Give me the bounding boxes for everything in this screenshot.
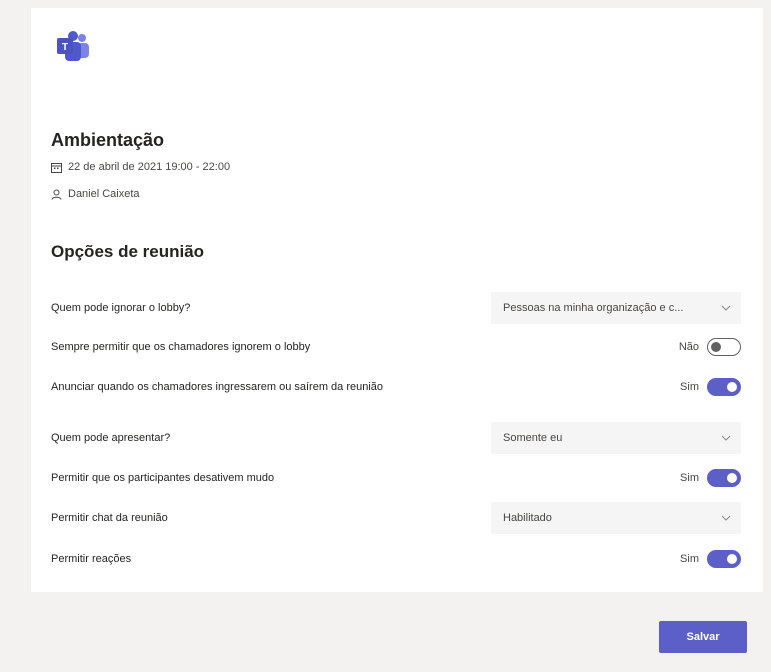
person-icon — [51, 189, 62, 200]
toggle-state-text: Não — [678, 341, 699, 353]
svg-text:T: T — [62, 42, 68, 53]
option-allow-unmute: Permitir que os participantes desativem … — [51, 469, 741, 487]
select-value: Somente eu — [503, 432, 563, 444]
select-value: Habilitado — [503, 512, 552, 524]
option-label: Permitir reações — [51, 553, 132, 565]
who-can-present-select[interactable]: Somente eu — [491, 422, 741, 454]
option-label: Quem pode apresentar? — [51, 432, 171, 444]
chevron-down-icon — [721, 515, 731, 521]
option-label: Anunciar quando os chamadores ingressare… — [51, 381, 384, 393]
option-label: Quem pode ignorar o lobby? — [51, 302, 191, 314]
option-lobby-bypass: Quem pode ignorar o lobby? Pessoas na mi… — [51, 292, 741, 324]
option-who-can-present: Quem pode apresentar? Somente eu — [51, 422, 741, 454]
option-label: Permitir chat da reunião — [51, 512, 168, 524]
allow-unmute-toggle[interactable] — [707, 469, 741, 487]
meeting-chat-select[interactable]: Habilitado — [491, 502, 741, 534]
meeting-options-card: T Ambientação 22 de abril de 2021 19:00 … — [31, 8, 763, 592]
allow-reactions-toggle[interactable] — [707, 550, 741, 568]
meeting-organizer-row: Daniel Caixeta — [51, 188, 140, 200]
toggle-state-text: Sim — [680, 381, 699, 393]
options-title: Opções de reunião — [51, 242, 205, 261]
option-meeting-chat: Permitir chat da reunião Habilitado — [51, 502, 741, 534]
option-callers-bypass-lobby: Sempre permitir que os chamadores ignore… — [51, 338, 741, 356]
lobby-bypass-select[interactable]: Pessoas na minha organização e c... — [491, 292, 741, 324]
option-allow-reactions: Permitir reações Sim — [51, 550, 741, 568]
toggle-state-text: Sim — [680, 472, 699, 484]
callers-bypass-lobby-toggle[interactable] — [707, 338, 741, 356]
meeting-datetime-row: 22 de abril de 2021 19:00 - 22:00 — [51, 161, 230, 173]
option-label: Permitir que os participantes desativem … — [51, 472, 275, 484]
chevron-down-icon — [721, 435, 731, 441]
save-button[interactable]: Salvar — [659, 621, 747, 653]
toggle-state-text: Sim — [680, 553, 699, 565]
option-announce-callers: Anunciar quando os chamadores ingressare… — [51, 378, 741, 396]
chevron-down-icon — [721, 305, 731, 311]
teams-logo: T — [55, 30, 91, 62]
option-label: Sempre permitir que os chamadores ignore… — [51, 341, 311, 353]
select-value: Pessoas na minha organização e c... — [503, 302, 684, 314]
meeting-title: Ambientação — [51, 130, 165, 150]
meeting-datetime: 22 de abril de 2021 19:00 - 22:00 — [68, 161, 231, 173]
meeting-organizer: Daniel Caixeta — [68, 188, 140, 200]
announce-callers-toggle[interactable] — [707, 378, 741, 396]
calendar-icon — [51, 162, 62, 173]
